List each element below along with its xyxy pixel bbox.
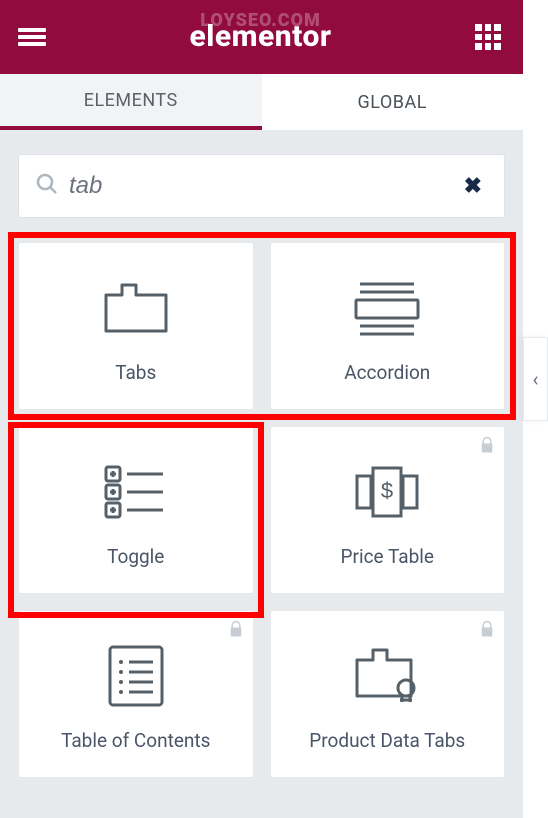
watermark-text: LOYSEO.COM	[200, 12, 321, 30]
widget-toggle[interactable]: Toggle	[18, 426, 254, 594]
lock-icon	[478, 619, 496, 643]
widgets-grid: Tabs Accordion	[18, 242, 505, 778]
panel-header: LOYSEO.COM elementor	[0, 0, 523, 74]
collapse-panel-handle[interactable]: ‹	[523, 337, 548, 421]
panel-body: ✖ Tabs	[0, 130, 523, 818]
price-table-icon: $	[353, 453, 421, 531]
widget-product-data-tabs[interactable]: Product Data Tabs	[270, 610, 506, 778]
widget-table-of-contents[interactable]: Table of Contents	[18, 610, 254, 778]
app-logo: LOYSEO.COM elementor	[189, 22, 331, 52]
widget-label: Accordion	[344, 361, 430, 384]
widget-price-table[interactable]: $ Price Table	[270, 426, 506, 594]
widget-label: Tabs	[115, 361, 156, 384]
widget-label: Product Data Tabs	[309, 729, 465, 752]
accordion-icon	[352, 269, 422, 347]
tab-elements[interactable]: ELEMENTS	[0, 74, 262, 130]
widget-label: Toggle	[107, 545, 164, 568]
svg-text:$: $	[381, 478, 393, 503]
widget-accordion[interactable]: Accordion	[270, 242, 506, 410]
tab-global[interactable]: GLOBAL	[262, 74, 524, 130]
hamburger-icon[interactable]	[18, 26, 46, 48]
tabs-icon	[103, 269, 169, 347]
search-icon	[35, 172, 59, 200]
toggle-icon	[103, 453, 169, 531]
search-box: ✖	[18, 154, 505, 218]
chevron-left-icon: ‹	[532, 367, 538, 391]
clear-search-icon[interactable]: ✖	[464, 174, 482, 199]
product-data-tabs-icon	[352, 637, 422, 715]
apps-grid-icon[interactable]	[475, 24, 501, 50]
toc-icon	[107, 637, 165, 715]
lock-icon	[478, 435, 496, 459]
widget-label: Price Table	[341, 545, 434, 568]
panel-tabs: ELEMENTS GLOBAL	[0, 74, 523, 130]
lock-icon	[227, 619, 245, 643]
search-input[interactable]	[59, 172, 464, 200]
widget-label: Table of Contents	[61, 729, 210, 752]
widget-tabs[interactable]: Tabs	[18, 242, 254, 410]
